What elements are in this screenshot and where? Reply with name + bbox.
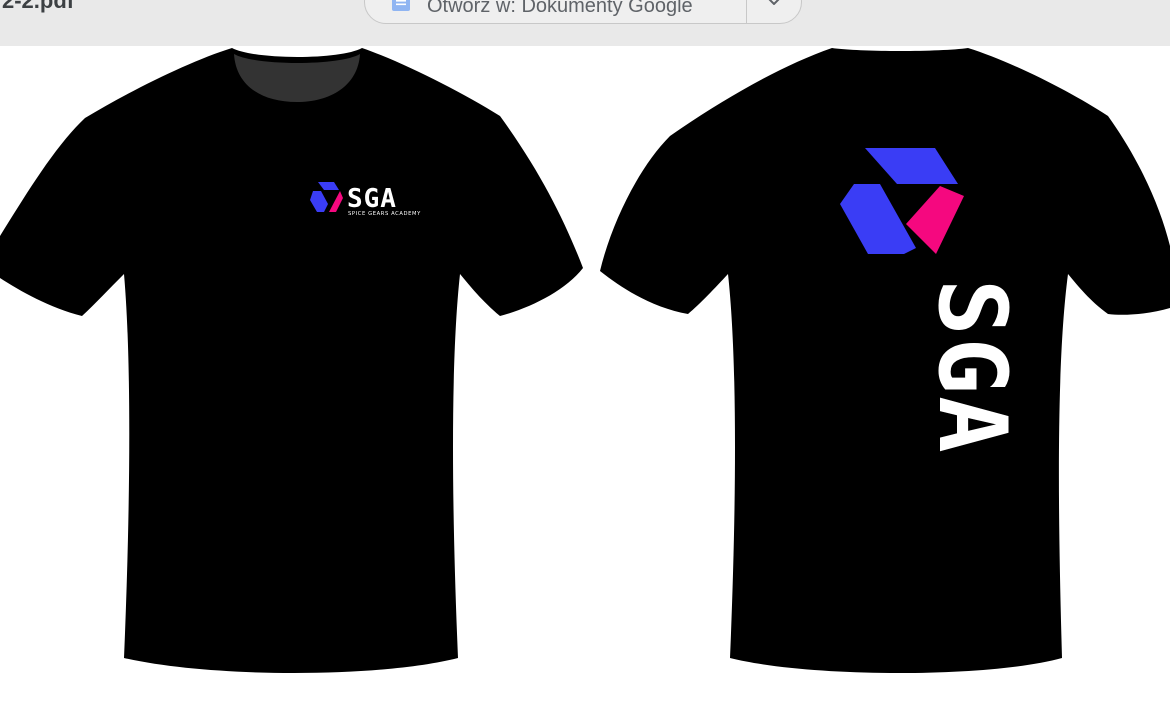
pdf-viewer-toolbar: 2-2.pdf Otwórz w: Dokumenty Google xyxy=(0,0,1170,46)
tshirt-mockup: SGA SPICE GEARS ACADEMY SGA xyxy=(0,48,1170,673)
tshirt-back-body xyxy=(600,48,1170,673)
front-logo-tagline: SPICE GEARS ACADEMY xyxy=(348,211,421,217)
back-logo-wordmark: SGA xyxy=(917,279,1026,455)
open-in-docs-button[interactable]: Otwórz w: Dokumenty Google xyxy=(365,0,746,23)
docs-icon xyxy=(392,0,410,11)
tshirt-front: SGA SPICE GEARS ACADEMY xyxy=(0,48,583,673)
file-name: 2-2.pdf xyxy=(2,0,75,13)
open-in-docs-label: Otwórz w: Dokumenty Google xyxy=(427,0,693,17)
pdf-page: SGA SPICE GEARS ACADEMY SGA xyxy=(0,46,1170,712)
tshirt-back: SGA xyxy=(600,48,1170,673)
chevron-down-icon xyxy=(768,0,780,5)
open-with-button-group: Otwórz w: Dokumenty Google xyxy=(364,0,802,24)
tshirt-front-body xyxy=(0,48,583,673)
open-with-dropdown-button[interactable] xyxy=(747,0,802,23)
front-logo-wordmark: SGA xyxy=(347,184,397,214)
